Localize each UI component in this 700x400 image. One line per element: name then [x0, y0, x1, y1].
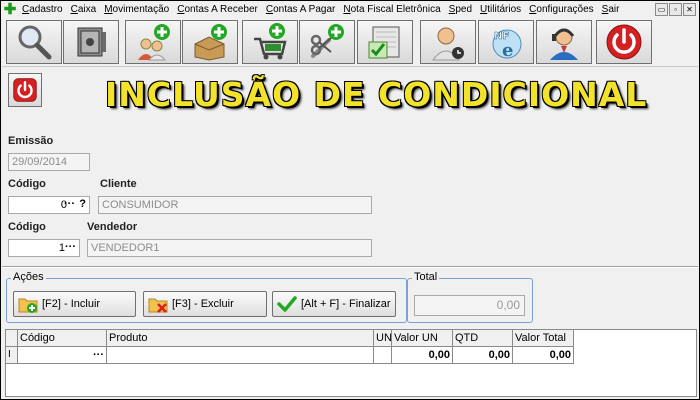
acoes-title: Ações: [11, 271, 46, 283]
svg-text:e: e: [502, 40, 513, 61]
total-field: 0,00: [414, 295, 525, 316]
menu-bar: ✚ Cadastro Caixa Movimentação Contas A R…: [2, 2, 698, 18]
menu-nota-fiscal[interactable]: Nota Fiscal Eletrônica: [339, 2, 444, 18]
menu-movimentacao[interactable]: Movimentação: [100, 2, 173, 18]
window-controls: ▭ ▫ ✕: [655, 3, 696, 16]
plus-icon: ✚: [3, 1, 17, 18]
cell-codigo[interactable]: ···: [18, 347, 107, 364]
exit-button[interactable]: [8, 73, 42, 107]
menu-contas-a-pagar[interactable]: Contas A Pagar: [262, 2, 340, 18]
total-title: Total: [412, 271, 440, 283]
nfe-icon: NFe: [492, 29, 522, 61]
cliente-field: CONSUMIDOR: [98, 196, 372, 214]
support-agent-icon: [550, 28, 578, 60]
cliente-codigo-label: Código: [8, 178, 46, 190]
column-header-qtd[interactable]: QTD: [453, 330, 513, 347]
incluir-label: [F2] - Incluir: [42, 298, 101, 310]
menu-sped[interactable]: Sped: [445, 2, 476, 18]
add-product-icon: [194, 24, 227, 61]
toolbar-add-cart-button[interactable]: [242, 20, 298, 64]
checklist-icon: [368, 26, 400, 59]
menu-cadastro[interactable]: Cadastro: [18, 2, 67, 18]
column-header-un[interactable]: UN: [374, 330, 392, 347]
search-icon: [18, 25, 52, 60]
menu-contas-a-receber[interactable]: Contas A Receber: [173, 2, 262, 18]
cliente-codigo-field[interactable]: 0 ··· ?: [8, 196, 90, 214]
row-indicator: I: [6, 347, 18, 364]
power-icon: [13, 78, 37, 102]
menu-utilitarios[interactable]: Utilitários: [476, 2, 525, 18]
close-button[interactable]: ✕: [683, 3, 696, 16]
items-grid: Código Produto UN Valor UN QTD Valor Tot…: [5, 329, 697, 397]
cell-qtd[interactable]: 0,00: [453, 347, 513, 364]
toolbar-support-button[interactable]: [536, 20, 592, 64]
add-tools-icon: [310, 24, 344, 58]
toolbar-add-client-button[interactable]: [125, 20, 181, 64]
column-header-produto[interactable]: Produto: [107, 330, 374, 347]
safe-icon: [77, 27, 106, 57]
add-client-icon: [138, 24, 170, 61]
column-header-valor-total[interactable]: Valor Total: [513, 330, 574, 347]
page-title: INCLUSÃO DE CONDICIONAL: [105, 75, 648, 114]
cell-un[interactable]: [374, 347, 392, 364]
toolbar-add-tools-button[interactable]: [299, 20, 355, 64]
add-cart-icon: [254, 23, 287, 60]
vendedor-label: Vendedor: [87, 221, 138, 233]
checkmark-icon: [277, 296, 297, 312]
main-window: ✚ Cadastro Caixa Movimentação Contas A R…: [0, 0, 700, 400]
toolbar-caixa-button[interactable]: [63, 20, 119, 64]
cliente-search-ellipsis[interactable]: ···: [64, 197, 75, 211]
add-folder-icon: [18, 298, 38, 313]
menu-sair[interactable]: Sair: [598, 2, 624, 18]
excluir-button[interactable]: [F3] - Excluir: [143, 291, 267, 317]
toolbar-nfe-button[interactable]: NF e: [478, 20, 534, 64]
toolbar-power-button[interactable]: [596, 20, 652, 64]
column-header-valor-un[interactable]: Valor UN: [392, 330, 453, 347]
toolbar-user-clock-button[interactable]: [420, 20, 476, 64]
finalizar-button[interactable]: [Alt + F] - Finalizar: [272, 291, 396, 317]
vendedor-field: VENDEDOR1: [87, 239, 372, 257]
grid-indicator-header: [6, 330, 18, 347]
incluir-button[interactable]: [F2] - Incluir: [13, 291, 136, 317]
emissao-field[interactable]: 29/09/2014: [8, 153, 90, 171]
cell-valor-total[interactable]: 0,00: [513, 347, 574, 364]
cell-codigo-ellipsis[interactable]: ···: [93, 349, 104, 361]
cell-produto[interactable]: [107, 347, 374, 364]
toolbar-checklist-button[interactable]: [357, 20, 413, 64]
vendedor-search-ellipsis[interactable]: ···: [65, 240, 76, 254]
vendedor-codigo-label: Código: [8, 221, 46, 233]
restore-button[interactable]: ▭: [655, 3, 668, 16]
column-header-codigo[interactable]: Código: [18, 330, 107, 347]
delete-folder-icon: [148, 298, 168, 313]
menu-configuracoes[interactable]: Configurações: [525, 2, 598, 18]
excluir-label: [F3] - Excluir: [172, 298, 234, 310]
cliente-label: Cliente: [100, 178, 137, 190]
user-clock-icon: [432, 27, 464, 61]
toolbar: NF e: [2, 19, 698, 67]
cell-valor-un[interactable]: 0,00: [392, 347, 453, 364]
separator: [2, 266, 698, 268]
cliente-help-button[interactable]: ?: [79, 197, 86, 211]
power-icon: [606, 24, 642, 60]
toolbar-search-button[interactable]: [6, 20, 62, 64]
finalizar-label: [Alt + F] - Finalizar: [301, 298, 391, 310]
menu-caixa[interactable]: Caixa: [67, 2, 101, 18]
minimize-button[interactable]: ▫: [669, 3, 682, 16]
vendedor-codigo-field[interactable]: 1 ···: [8, 239, 80, 257]
toolbar-add-product-button[interactable]: [182, 20, 238, 64]
emissao-label: Emissão: [8, 135, 54, 147]
